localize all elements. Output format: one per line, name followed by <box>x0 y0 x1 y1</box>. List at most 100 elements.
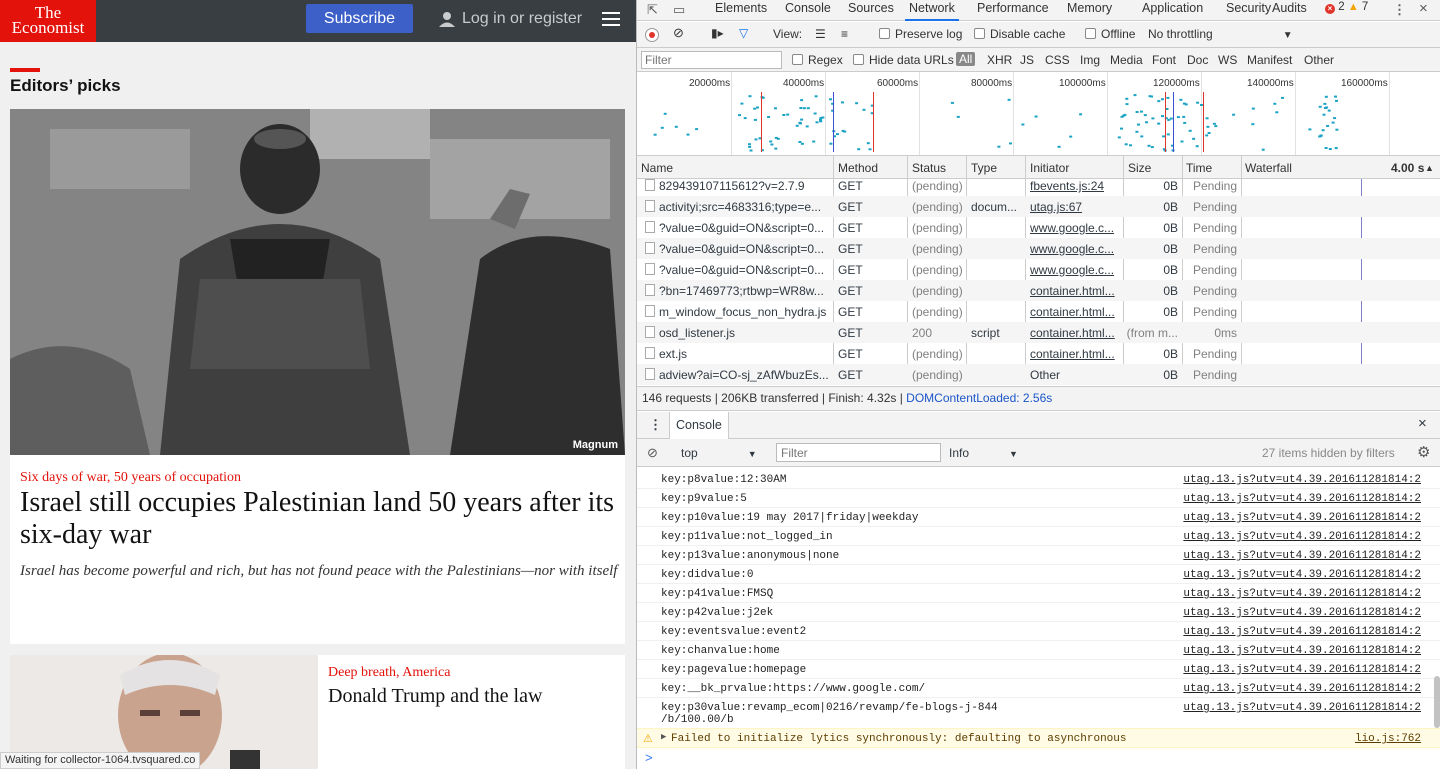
more-options-icon[interactable]: ⋮ <box>1393 2 1406 18</box>
request-initiator[interactable]: www.google.c... <box>1030 263 1118 277</box>
request-row[interactable]: 829439107115612?v=2.7.9 GET (pending) fbeve… <box>637 179 1440 196</box>
log-source-link[interactable]: utag.13.js?utv=ut4.39.201611281814:2 <box>1183 607 1421 619</box>
warning-source-link[interactable]: lio.js:762 <box>1355 733 1421 745</box>
tab-console[interactable]: Console <box>785 0 831 21</box>
type-filter-js[interactable]: JS <box>1020 53 1034 67</box>
type-filter-font[interactable]: Font <box>1152 53 1176 67</box>
console-drawer-tab[interactable]: Console <box>669 412 729 439</box>
request-initiator[interactable]: container.html... <box>1030 284 1118 298</box>
col-time[interactable]: Time <box>1186 161 1212 175</box>
request-initiator[interactable]: www.google.c... <box>1030 221 1118 235</box>
hero-image[interactable]: Magnum <box>10 109 625 455</box>
subscribe-button[interactable]: Subscribe <box>306 4 413 33</box>
col-type[interactable]: Type <box>971 161 997 175</box>
log-source-link[interactable]: utag.13.js?utv=ut4.39.201611281814:2 <box>1183 588 1421 600</box>
hide-data-urls-checkbox[interactable]: Hide data URLs <box>853 53 954 67</box>
login-link[interactable]: Log in or register <box>438 10 582 28</box>
request-row[interactable]: ?value=0&guid=ON&script=0... GET (pending)… <box>637 217 1440 238</box>
request-initiator[interactable]: container.html... <box>1030 326 1118 340</box>
request-row[interactable]: osd_listener.js GET 200 script container.htm… <box>637 322 1440 343</box>
hero-article-card[interactable]: Magnum Six days of war, 50 years of occu… <box>10 109 625 644</box>
tab-memory[interactable]: Memory <box>1067 0 1112 21</box>
capture-screenshots-icon[interactable]: ▮▸ <box>711 26 724 40</box>
tab-network[interactable]: Network <box>905 0 959 21</box>
log-source-link[interactable]: utag.13.js?utv=ut4.39.201611281814:2 <box>1183 702 1421 714</box>
request-initiator[interactable]: www.google.c... <box>1030 242 1118 256</box>
tab-audits[interactable]: Audits <box>1272 0 1307 21</box>
log-source-link[interactable]: utag.13.js?utv=ut4.39.201611281814:2 <box>1183 493 1421 505</box>
tab-application[interactable]: Application <box>1142 0 1203 21</box>
close-devtools-icon[interactable]: × <box>1419 0 1428 17</box>
type-filter-doc[interactable]: Doc <box>1187 53 1208 67</box>
error-warning-counter[interactable]: × 2 ▲ 7 <box>1325 1 1368 14</box>
throttling-select[interactable]: No throttling ▼ <box>1148 27 1293 41</box>
clear-icon[interactable]: ⊘ <box>673 25 684 41</box>
request-initiator[interactable]: Other <box>1030 368 1118 382</box>
type-filter-other[interactable]: Other <box>1304 53 1334 67</box>
request-row[interactable]: ?value=0&guid=ON&script=0... GET (pending)… <box>637 259 1440 280</box>
economist-logo[interactable]: The Economist <box>0 0 96 42</box>
context-select[interactable]: top ▼ <box>681 446 757 460</box>
log-source-link[interactable]: utag.13.js?utv=ut4.39.201611281814:2 <box>1183 569 1421 581</box>
col-waterfall[interactable]: Waterfall <box>1245 161 1292 175</box>
col-name[interactable]: Name <box>641 161 673 175</box>
large-rows-icon[interactable]: ☰ <box>815 27 826 41</box>
card2-headline[interactable]: Donald Trump and the law <box>328 685 542 708</box>
device-toolbar-icon[interactable]: ▭ <box>673 2 685 18</box>
log-source-link[interactable]: utag.13.js?utv=ut4.39.201611281814:2 <box>1183 550 1421 562</box>
overview-icon[interactable]: ≡ <box>841 27 848 41</box>
hero-headline[interactable]: Israel still occupies Palestinian land 5… <box>20 487 620 551</box>
tab-performance[interactable]: Performance <box>977 0 1049 21</box>
request-initiator[interactable]: fbevents.js:24 <box>1030 179 1118 193</box>
tab-sources[interactable]: Sources <box>848 0 894 21</box>
log-source-link[interactable]: utag.13.js?utv=ut4.39.201611281814:2 <box>1183 474 1421 486</box>
preserve-log-checkbox[interactable]: Preserve log <box>879 27 962 41</box>
request-row[interactable]: adview?ai=CO-sj_zAfWbuzEs... GET (pending)… <box>637 364 1440 385</box>
record-button[interactable] <box>645 28 659 42</box>
type-filter-xhr[interactable]: XHR <box>987 53 1012 67</box>
expand-triangle-icon[interactable]: ▶ <box>661 732 666 742</box>
clear-console-icon[interactable]: ⊘ <box>647 445 658 461</box>
request-row[interactable]: ?value=0&guid=ON&script=0... GET (pending)… <box>637 238 1440 259</box>
type-filter-all[interactable]: All <box>956 52 976 66</box>
offline-checkbox[interactable]: Offline <box>1085 27 1135 41</box>
type-filter-media[interactable]: Media <box>1110 53 1143 67</box>
request-initiator[interactable]: utag.js:67 <box>1030 200 1118 214</box>
type-filter-ws[interactable]: WS <box>1218 53 1237 67</box>
log-source-link[interactable]: utag.13.js?utv=ut4.39.201611281814:2 <box>1183 626 1421 638</box>
network-filter-input[interactable] <box>641 51 782 69</box>
console-filter-input[interactable] <box>776 443 941 462</box>
filter-icon[interactable]: ▽ <box>739 26 748 40</box>
col-method[interactable]: Method <box>838 161 878 175</box>
log-source-link[interactable]: utag.13.js?utv=ut4.39.201611281814:2 <box>1183 531 1421 543</box>
log-source-link[interactable]: utag.13.js?utv=ut4.39.201611281814:2 <box>1183 645 1421 657</box>
console-scrollbar[interactable] <box>1434 676 1440 728</box>
log-source-link[interactable]: utag.13.js?utv=ut4.39.201611281814:2 <box>1183 664 1421 676</box>
tab-elements[interactable]: Elements <box>715 0 767 21</box>
log-source-link[interactable]: utag.13.js?utv=ut4.39.201611281814:2 <box>1183 512 1421 524</box>
hamburger-menu-icon[interactable] <box>602 12 620 26</box>
network-overview-timeline[interactable]: 20000ms 40000ms 60000ms 80000ms 100000ms… <box>637 72 1440 156</box>
regex-checkbox[interactable]: Regex <box>792 53 843 67</box>
request-row[interactable]: ?bn=17469773;rtbwp=WR8w... GET (pending) co… <box>637 280 1440 301</box>
type-filter-manifest[interactable]: Manifest <box>1247 53 1292 67</box>
log-level-select[interactable]: Info ▼ <box>949 446 1018 460</box>
hero-flytitle[interactable]: Six days of war, 50 years of occupation <box>20 470 241 486</box>
request-row[interactable]: ext.js GET (pending) container.html... 0B Pen… <box>637 343 1440 364</box>
card2-flytitle[interactable]: Deep breath, America <box>328 665 450 681</box>
inspect-element-icon[interactable]: ⇱ <box>647 2 658 18</box>
col-initiator[interactable]: Initiator <box>1030 161 1069 175</box>
request-row[interactable]: activityi;src=4683316;type=e... GET (pendi… <box>637 196 1440 217</box>
waterfall-scale[interactable]: 4.00 s <box>1391 161 1424 175</box>
drawer-menu-icon[interactable]: ⋮ <box>649 417 662 433</box>
type-filter-css[interactable]: CSS <box>1045 53 1070 67</box>
close-drawer-icon[interactable]: × <box>1418 415 1427 432</box>
request-initiator[interactable]: container.html... <box>1030 347 1118 361</box>
disable-cache-checkbox[interactable]: Disable cache <box>974 27 1065 41</box>
log-source-link[interactable]: utag.13.js?utv=ut4.39.201611281814:2 <box>1183 683 1421 695</box>
console-prompt[interactable]: > <box>645 750 653 765</box>
request-row[interactable]: m_window_focus_non_hydra.js GET (pending) c… <box>637 301 1440 322</box>
tab-security[interactable]: Security <box>1226 0 1271 21</box>
col-size[interactable]: Size <box>1128 161 1151 175</box>
type-filter-img[interactable]: Img <box>1080 53 1100 67</box>
